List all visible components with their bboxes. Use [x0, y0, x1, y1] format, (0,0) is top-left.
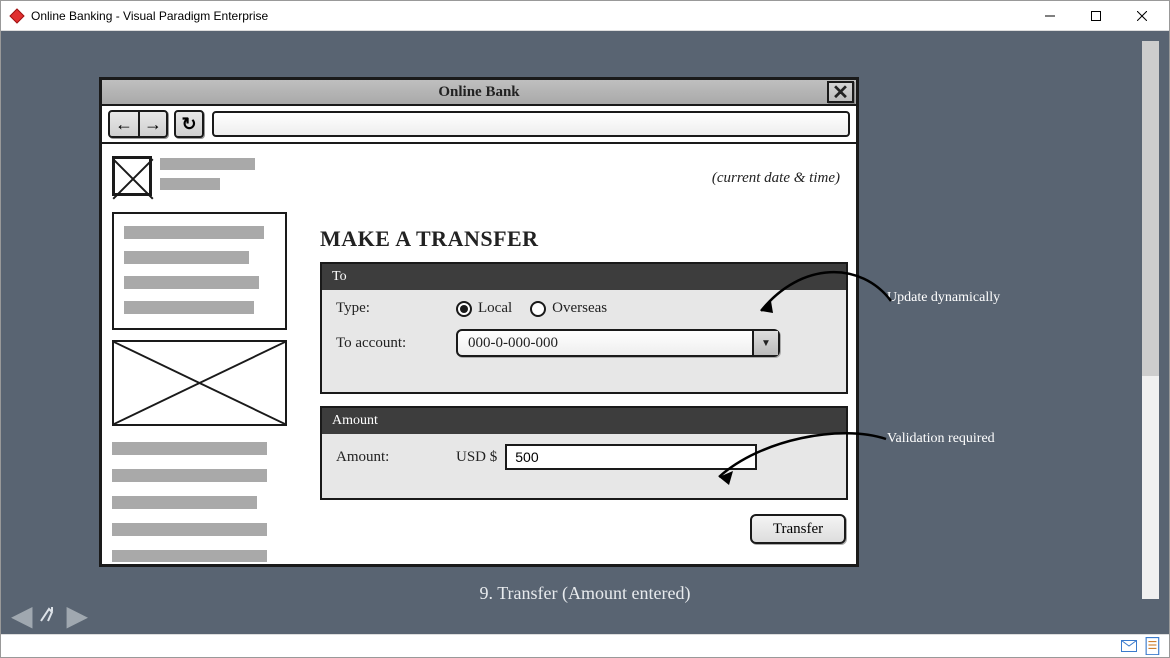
chevron-down-icon[interactable]: ▼ — [752, 331, 778, 355]
sidebar-item[interactable] — [112, 496, 257, 509]
to-panel-title: To — [322, 264, 846, 290]
wireframe-toolbar: ← → ↻ — [102, 106, 856, 144]
radio-overseas-label[interactable]: Overseas — [552, 300, 607, 317]
to-account-label: To account: — [336, 335, 446, 352]
sidebar-item[interactable] — [124, 251, 249, 264]
datetime-label: (current date & time) — [712, 170, 840, 187]
amount-label: Amount: — [336, 449, 446, 466]
wireframe-title: Online Bank — [438, 84, 519, 101]
reload-button[interactable]: ↻ — [174, 110, 204, 138]
sidebar-menu — [112, 212, 287, 330]
sidebar-item[interactable] — [124, 226, 264, 239]
annotation-update: Update dynamically — [887, 290, 1000, 306]
sidebar-item[interactable] — [124, 301, 254, 314]
currency-label: USD $ — [456, 449, 497, 466]
document-icon[interactable] — [1145, 638, 1161, 654]
to-panel: To Type: Local Overseas To account: — [320, 262, 848, 394]
sidebar-item[interactable] — [112, 442, 267, 455]
placeholder-line — [160, 178, 220, 190]
to-account-value: 000-0-000-000 — [458, 335, 568, 352]
prev-slide-button[interactable]: ◀ — [11, 599, 33, 632]
sidebar-item[interactable] — [112, 523, 267, 536]
slide-nav: ◀ ▶ — [11, 599, 88, 632]
page-heading: MAKE A TRANSFER — [320, 226, 539, 252]
back-button[interactable]: ← — [110, 112, 138, 136]
window-title: Online Banking - Visual Paradigm Enterpr… — [31, 9, 1027, 23]
placeholder-line — [160, 158, 255, 170]
minimize-button[interactable] — [1027, 1, 1073, 30]
app-logo-icon — [9, 8, 25, 24]
amount-panel-title: Amount — [322, 408, 846, 434]
transfer-button[interactable]: Transfer — [750, 514, 846, 544]
radio-overseas[interactable] — [530, 301, 546, 317]
sidebar-item[interactable] — [112, 469, 267, 482]
app-window: Online Banking - Visual Paradigm Enterpr… — [0, 0, 1170, 658]
amount-panel: Amount Amount: USD $ — [320, 406, 848, 500]
titlebar: Online Banking - Visual Paradigm Enterpr… — [1, 1, 1169, 31]
wireframe-browser: Online Bank ✕ ← → ↻ (current date & time… — [99, 77, 859, 567]
forward-button[interactable]: → — [138, 112, 166, 136]
wireframe-titlebar: Online Bank ✕ — [102, 80, 856, 106]
image-placeholder-icon — [112, 340, 287, 426]
status-bar — [1, 634, 1169, 657]
radio-local-label[interactable]: Local — [478, 300, 512, 317]
type-label: Type: — [336, 300, 446, 317]
avatar-placeholder-icon — [112, 156, 152, 196]
mail-icon[interactable] — [1121, 638, 1137, 654]
slide-caption: 9. Transfer (Amount entered) — [1, 583, 1169, 604]
to-account-dropdown[interactable]: 000-0-000-000 ▼ — [456, 329, 780, 357]
address-bar[interactable] — [212, 111, 850, 137]
wireframe-close-icon[interactable]: ✕ — [827, 81, 854, 103]
maximize-button[interactable] — [1073, 1, 1119, 30]
sidebar-item[interactable] — [112, 550, 267, 562]
scrollbar-thumb[interactable] — [1142, 41, 1159, 376]
amount-input[interactable] — [505, 444, 757, 470]
diagram-canvas[interactable]: Online Bank ✕ ← → ↻ (current date & time… — [1, 31, 1169, 634]
sidebar-lower — [112, 442, 267, 562]
radio-local[interactable] — [456, 301, 472, 317]
annotation-validation: Validation required — [887, 431, 995, 447]
transition-icon[interactable] — [39, 605, 61, 626]
close-button[interactable] — [1119, 1, 1165, 30]
sidebar-item[interactable] — [124, 276, 259, 289]
next-slide-button[interactable]: ▶ — [67, 599, 89, 632]
vertical-scrollbar[interactable] — [1142, 41, 1159, 599]
nav-group: ← → — [108, 110, 168, 138]
wireframe-content: (current date & time) MA — [102, 144, 856, 562]
